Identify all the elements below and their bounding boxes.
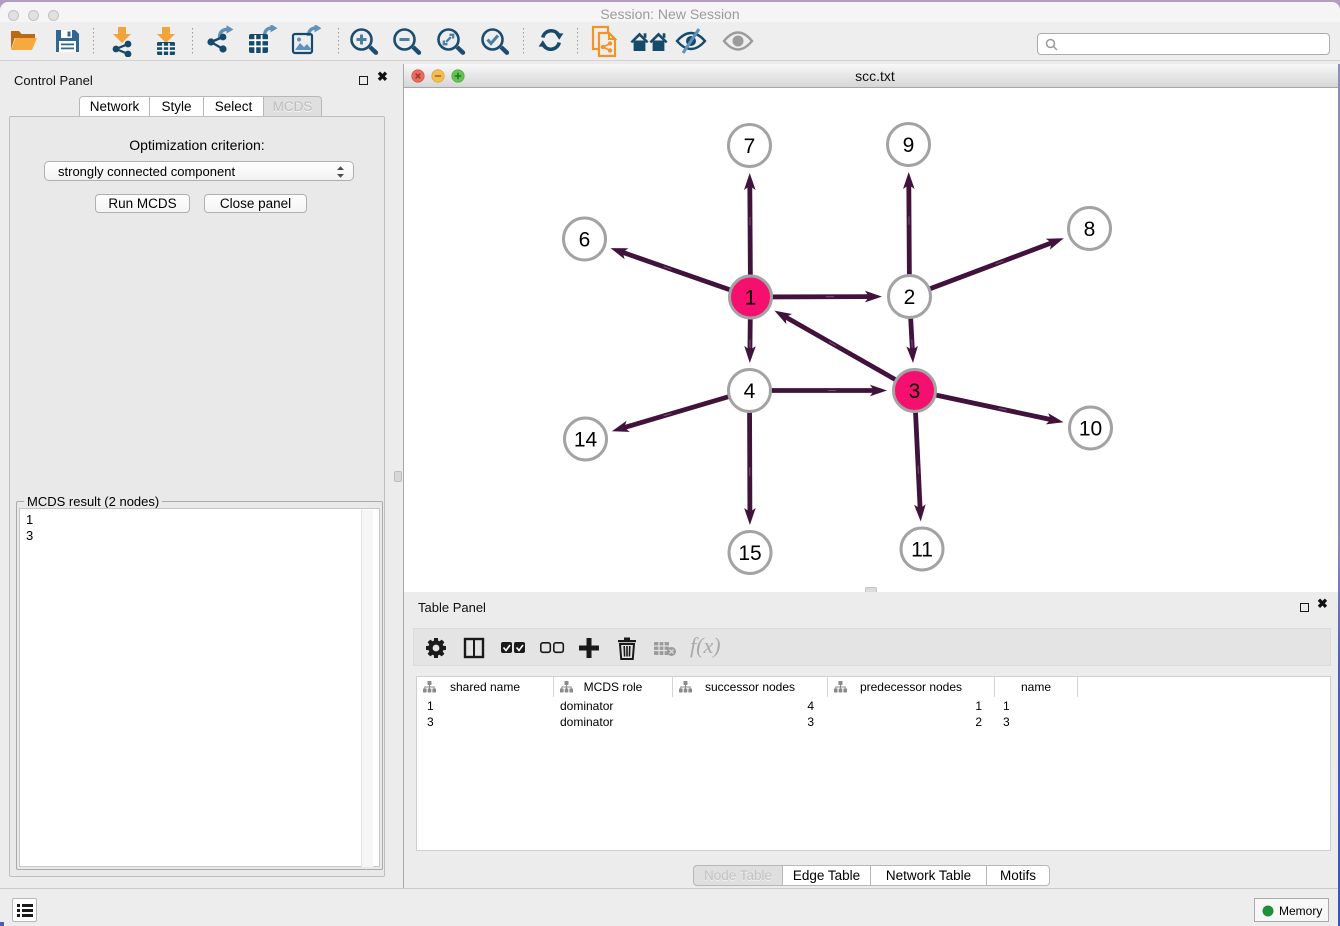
svg-text:3: 3 — [909, 380, 921, 403]
svg-text:6: 6 — [579, 229, 591, 252]
svg-text:15: 15 — [738, 542, 761, 565]
svg-text:1: 1 — [745, 287, 757, 310]
svg-text:11: 11 — [911, 539, 933, 562]
svg-text:4: 4 — [744, 380, 756, 403]
svg-text:10: 10 — [1079, 418, 1102, 441]
svg-text:14: 14 — [574, 429, 598, 452]
svg-text:8: 8 — [1084, 218, 1096, 241]
svg-text:2: 2 — [904, 286, 916, 309]
svg-text:7: 7 — [744, 135, 756, 158]
svg-text:9: 9 — [903, 134, 915, 157]
